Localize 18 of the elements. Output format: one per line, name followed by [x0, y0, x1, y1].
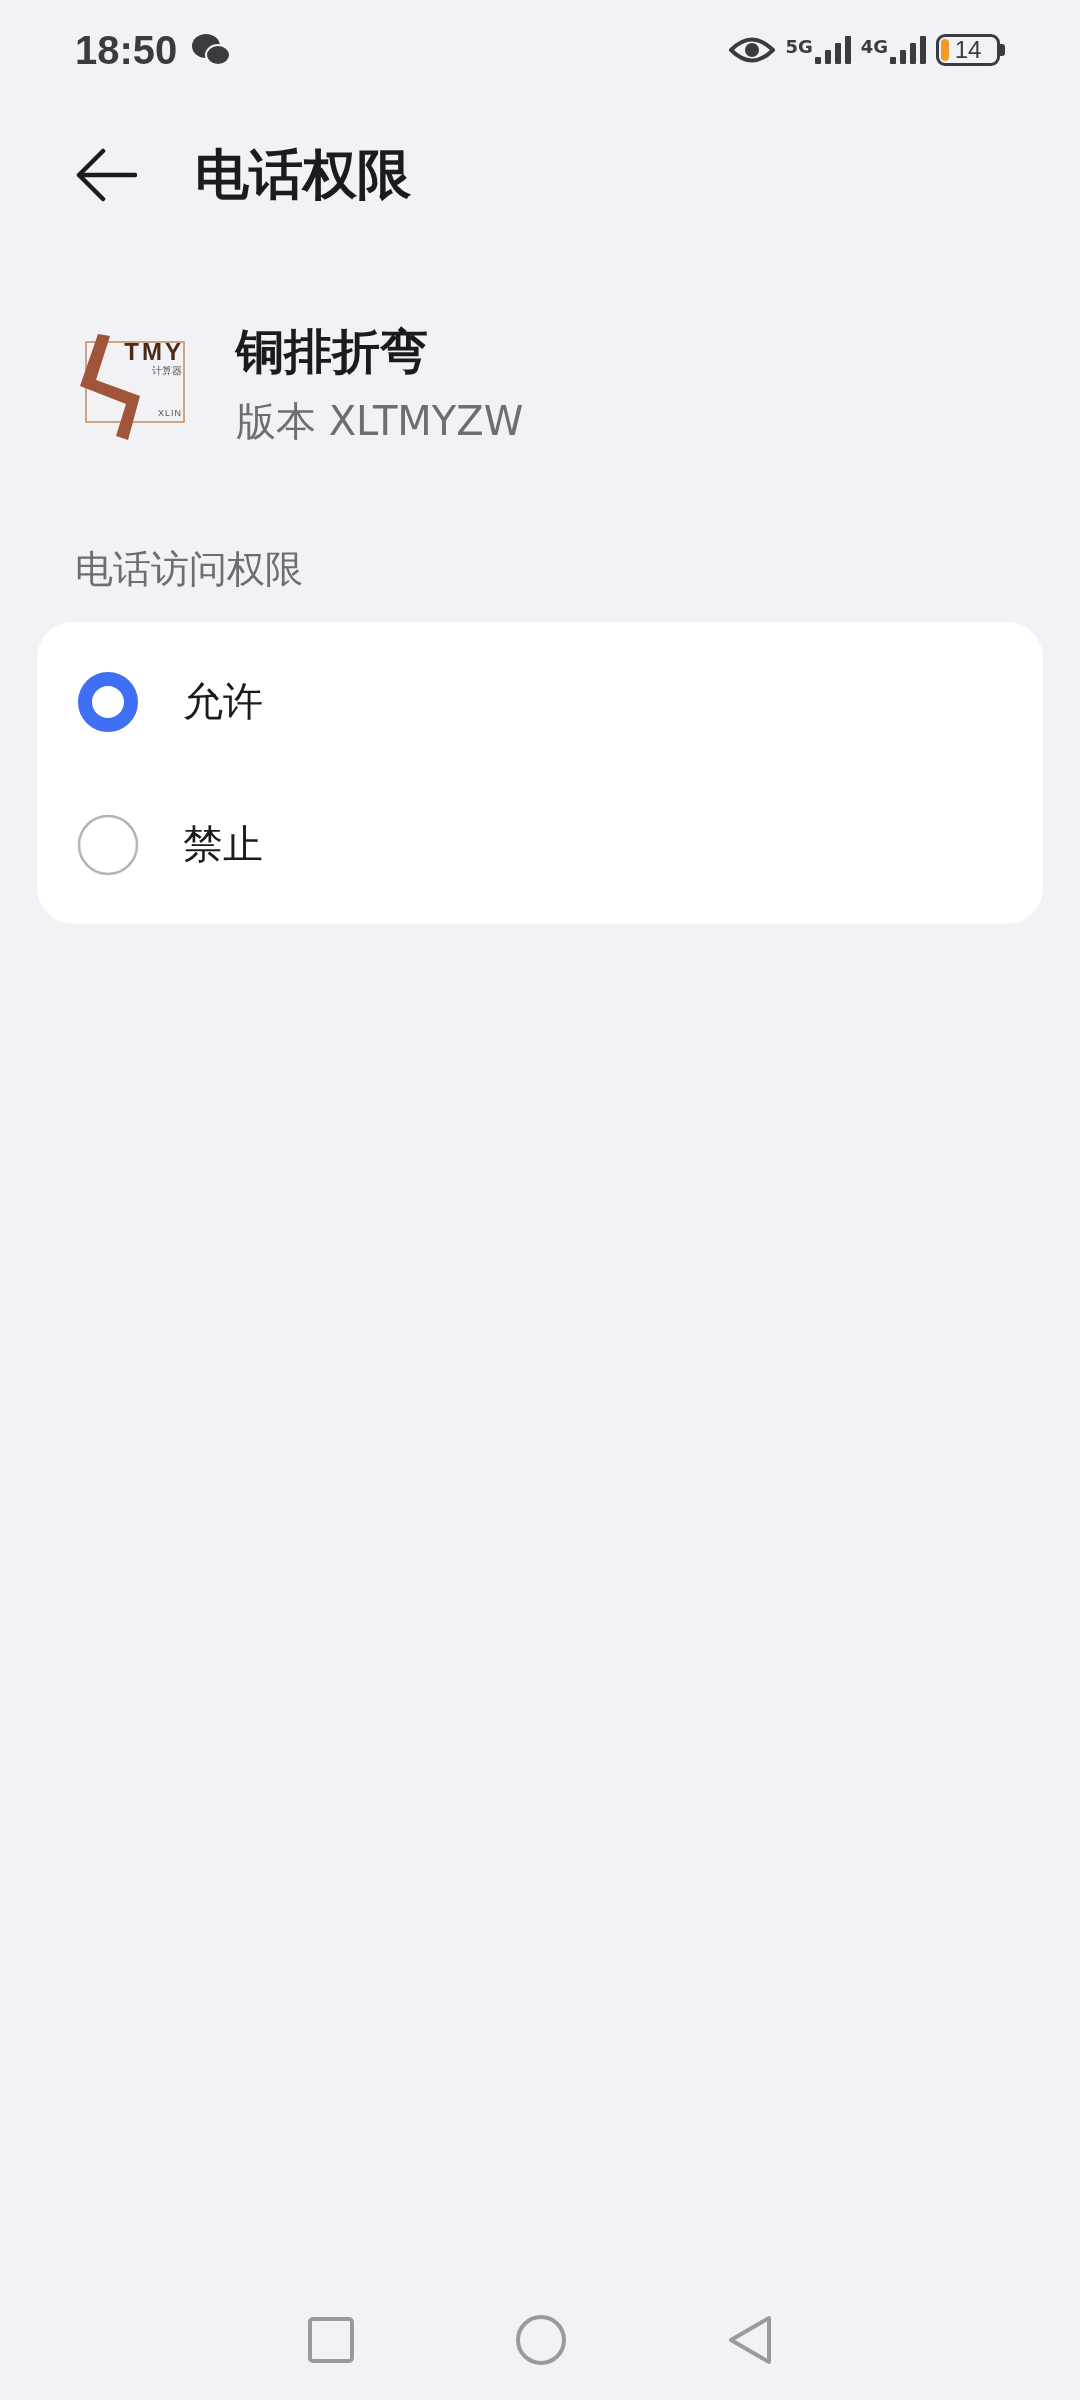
- app-name: 铜排折弯: [236, 322, 429, 381]
- eye-icon: [729, 35, 776, 65]
- back-icon[interactable]: [75, 148, 137, 202]
- radio-option[interactable]: 禁止: [37, 773, 1043, 916]
- clock: 18:50: [75, 27, 178, 73]
- network-type: 5G: [785, 36, 813, 57]
- recents-icon[interactable]: [307, 2316, 355, 2364]
- radio-option[interactable]: 允许: [37, 630, 1043, 773]
- app-version: 版本 XLTMYZW: [236, 397, 524, 446]
- chat-app-icon: [191, 33, 232, 67]
- section-label: 电话访问权限: [74, 546, 304, 593]
- page-title: 电话权限: [195, 141, 411, 208]
- signal-icon: [890, 36, 926, 64]
- network-type: 4G: [860, 36, 888, 57]
- signal-icon: [814, 36, 851, 64]
- radio-icon[interactable]: [77, 813, 139, 876]
- home-icon[interactable]: [515, 2314, 567, 2366]
- radio-icon[interactable]: [77, 670, 139, 733]
